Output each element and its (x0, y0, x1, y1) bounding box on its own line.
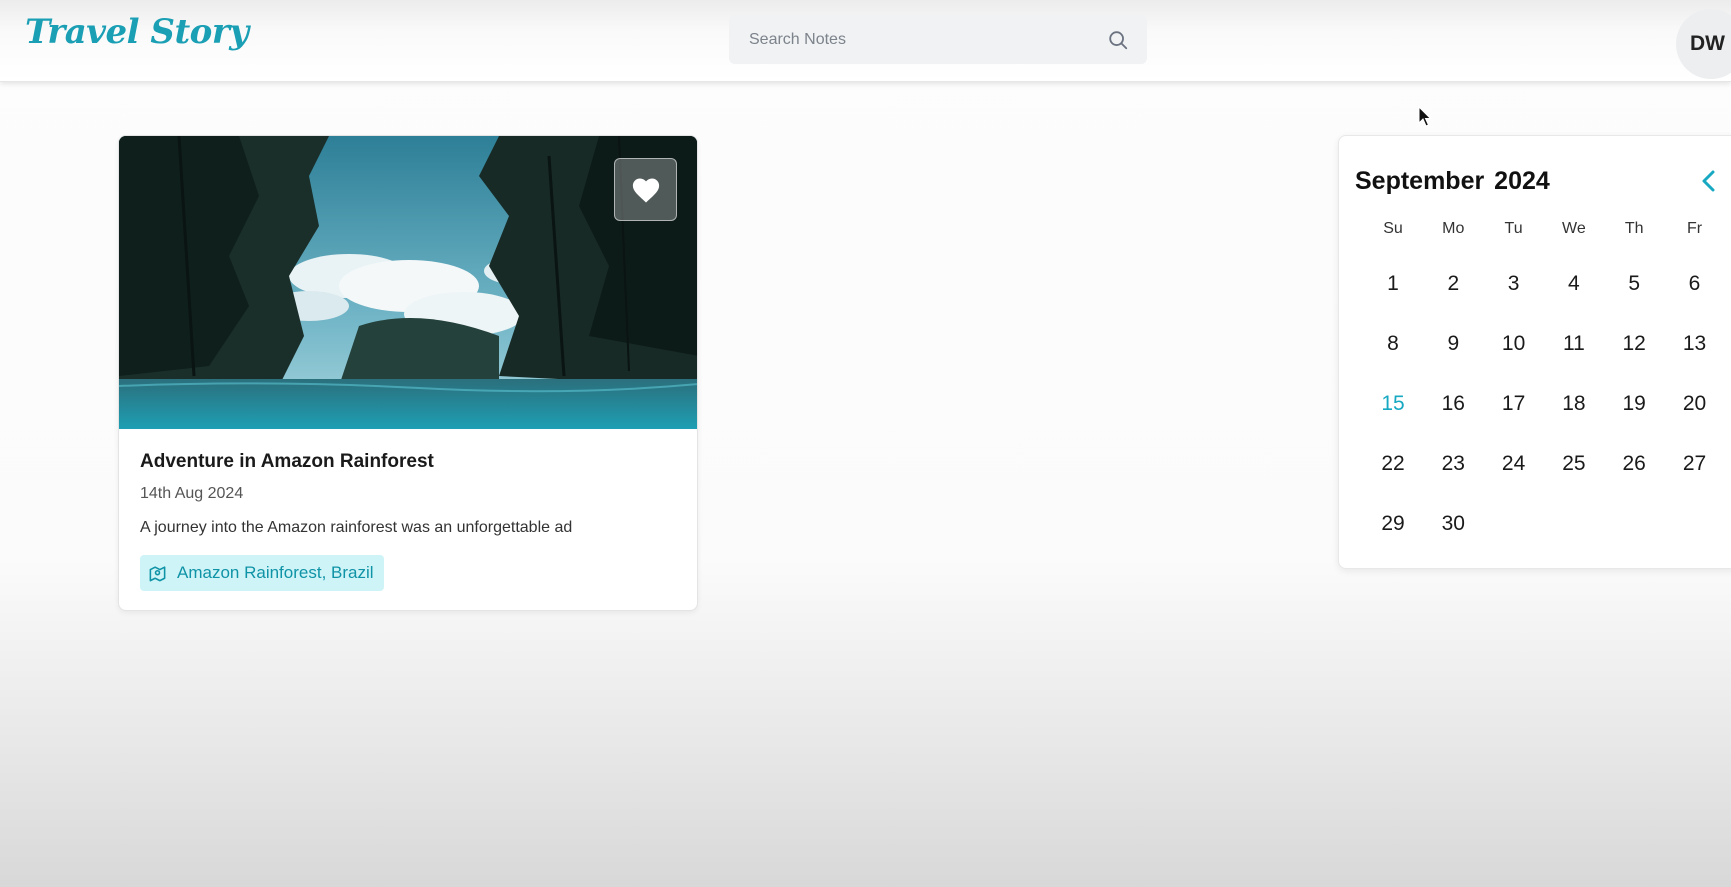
calendar-day-20[interactable]: 20 (1673, 382, 1717, 426)
search-input[interactable] (729, 15, 1089, 64)
calendar-day-18[interactable]: 18 (1552, 382, 1596, 426)
map-icon (149, 565, 166, 581)
calendar-day-2[interactable]: 2 (1431, 262, 1475, 306)
app-logo[interactable]: Travel Story (25, 12, 249, 52)
calendar-day-12[interactable]: 12 (1612, 322, 1656, 366)
calendar-day-3[interactable]: 3 (1492, 262, 1536, 306)
weekday-we: We (1562, 220, 1586, 237)
calendar-year: 2024 (1494, 167, 1550, 195)
calendar-day-9[interactable]: 9 (1431, 322, 1475, 366)
calendar-day-11[interactable]: 11 (1552, 322, 1596, 366)
story-cover-image (119, 136, 697, 429)
calendar-day-16[interactable]: 16 (1431, 382, 1475, 426)
weekday-fr: Fr (1686, 220, 1703, 237)
calendar-day-27[interactable]: 27 (1673, 442, 1717, 486)
calendar-day-23[interactable]: 23 (1431, 442, 1475, 486)
calendar-month: September (1355, 167, 1485, 195)
location-label: Amazon Rainforest, Brazil (177, 563, 374, 582)
story-title: Adventure in Amazon Rainforest (140, 451, 434, 472)
calendar-day-17[interactable]: 17 (1492, 382, 1536, 426)
calendar-day-8[interactable]: 8 (1371, 322, 1415, 366)
calendar-day-6[interactable]: 6 (1673, 262, 1717, 306)
location-chip[interactable]: Amazon Rainforest, Brazil (140, 555, 384, 591)
chevron-left-icon[interactable] (1697, 167, 1721, 195)
weekday-th: Th (1624, 220, 1644, 237)
calendar-day-24[interactable]: 24 (1492, 442, 1536, 486)
story-date: 14th Aug 2024 (140, 485, 244, 502)
date-calendar: September 2024 Su Mo Tu We Th Fr 1 2 3 4 5 6 8 9 10 11… (1338, 135, 1731, 569)
calendar-day-10[interactable]: 10 (1492, 322, 1536, 366)
story-card[interactable]: Adventure in Amazon Rainforest 14th Aug … (118, 135, 698, 611)
calendar-day-5[interactable]: 5 (1612, 262, 1656, 306)
story-description: A journey into the Amazon rainforest was… (140, 519, 573, 536)
calendar-day-19[interactable]: 19 (1612, 382, 1656, 426)
calendar-day-30[interactable]: 30 (1431, 502, 1475, 546)
search-bar (729, 15, 1147, 64)
calendar-day-29[interactable]: 29 (1371, 502, 1415, 546)
heart-icon (632, 178, 659, 202)
top-navbar: Travel Story DW (0, 0, 1731, 82)
calendar-day-15[interactable]: 15 (1371, 382, 1415, 426)
calendar-day-22[interactable]: 22 (1371, 442, 1415, 486)
weekday-mo: Mo (1442, 220, 1465, 237)
calendar-day-25[interactable]: 25 (1552, 442, 1596, 486)
search-icon[interactable] (1107, 29, 1129, 51)
favorite-button[interactable] (614, 158, 677, 221)
weekday-su: Su (1383, 220, 1403, 237)
calendar-day-1[interactable]: 1 (1371, 262, 1415, 306)
mouse-cursor-icon (1418, 106, 1432, 127)
calendar-month-title: September 2024 (1355, 167, 1550, 196)
user-avatar[interactable]: DW (1676, 9, 1731, 79)
calendar-day-13[interactable]: 13 (1673, 322, 1717, 366)
calendar-day-26[interactable]: 26 (1612, 442, 1656, 486)
weekday-tu: Tu (1504, 220, 1523, 237)
calendar-day-4[interactable]: 4 (1552, 262, 1596, 306)
